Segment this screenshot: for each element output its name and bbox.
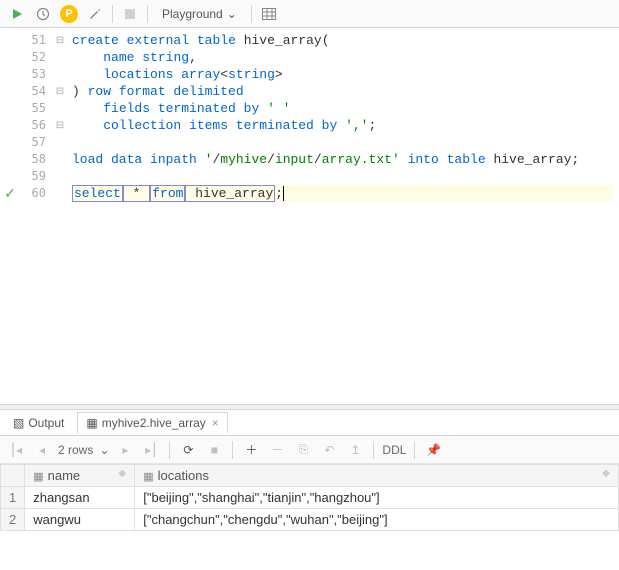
close-icon[interactable]: × [212, 416, 219, 430]
separator [251, 5, 252, 23]
next-page-button: ▸ [115, 440, 135, 460]
output-icon: ▧ [13, 416, 24, 430]
grid-view-button[interactable] [258, 3, 280, 25]
results-panel: ▧ Output ▦ myhive2.hive_array × ⎮◂ ◂ 2 r… [0, 410, 619, 570]
row-count-label: 2 rows [58, 443, 93, 457]
add-row-button[interactable]: ＋ [241, 440, 261, 460]
separator [232, 441, 233, 459]
revert-button: ↶ [319, 440, 339, 460]
column-header-name[interactable]: ▦name◆ [25, 465, 135, 487]
playground-dropdown[interactable]: Playground ⌄ [154, 3, 245, 25]
ddl-button[interactable]: DDL [382, 443, 406, 457]
prev-page-button: ◂ [32, 440, 52, 460]
tab-label: myhive2.hive_array [102, 416, 206, 430]
delete-row-button: － [267, 440, 287, 460]
separator [147, 5, 148, 23]
pin-button[interactable]: 📌 [423, 440, 443, 460]
fold-gutter: ⊟⊟⊟ [54, 28, 66, 404]
history-button[interactable] [32, 3, 54, 25]
results-toolbar: ⎮◂ ◂ 2 rows ⌄ ▸ ▸⎮ ⟳ ■ ＋ － ⎘ ↶ ↥ DDL 📌 [0, 436, 619, 464]
separator [373, 441, 374, 459]
separator [112, 5, 113, 23]
output-tab[interactable]: ▧ Output [4, 412, 73, 434]
sort-icon[interactable]: ◆ [602, 468, 610, 479]
table-row[interactable]: 2wangwu["changchun","chengdu","wuhan","b… [1, 509, 619, 531]
status-gutter: ✓ [0, 28, 20, 404]
row-number-header [1, 465, 25, 487]
table-icon: ▦ [86, 416, 97, 430]
results-grid[interactable]: ▦name◆ ▦locations◆ 1zhangsan["beijing","… [0, 464, 619, 570]
column-icon: ▦ [143, 471, 153, 483]
table-row[interactable]: 1zhangsan["beijing","shanghai","tianjin"… [1, 487, 619, 509]
separator [414, 441, 415, 459]
column-icon: ▦ [33, 471, 43, 483]
run-button[interactable] [6, 3, 28, 25]
pending-indicator[interactable]: P [58, 3, 80, 25]
code-editor[interactable]: ✓ 51525354555657585960 ⊟⊟⊟ create extern… [0, 28, 619, 404]
main-toolbar: P Playground ⌄ [0, 0, 619, 28]
chevron-down-icon: ⌄ [227, 7, 237, 21]
results-tabs: ▧ Output ▦ myhive2.hive_array × [0, 410, 619, 436]
sort-icon[interactable]: ◆ [119, 468, 127, 479]
column-header-locations[interactable]: ▦locations◆ [135, 465, 619, 487]
result-table-tab[interactable]: ▦ myhive2.hive_array × [77, 412, 227, 434]
chevron-down-icon[interactable]: ⌄ [99, 443, 109, 457]
refresh-button[interactable]: ⟳ [178, 440, 198, 460]
settings-button[interactable] [84, 3, 106, 25]
code-content[interactable]: create external table hive_array( name s… [66, 28, 619, 404]
separator [169, 441, 170, 459]
last-page-button: ▸⎮ [141, 440, 161, 460]
line-number-gutter: 51525354555657585960 [20, 28, 54, 404]
commit-button: ↥ [345, 440, 365, 460]
stop-button: ■ [204, 440, 224, 460]
stop-button [119, 3, 141, 25]
duplicate-row-button: ⎘ [293, 440, 313, 460]
first-page-button: ⎮◂ [6, 440, 26, 460]
dropdown-label: Playground [162, 7, 223, 21]
tab-label: Output [28, 416, 64, 430]
